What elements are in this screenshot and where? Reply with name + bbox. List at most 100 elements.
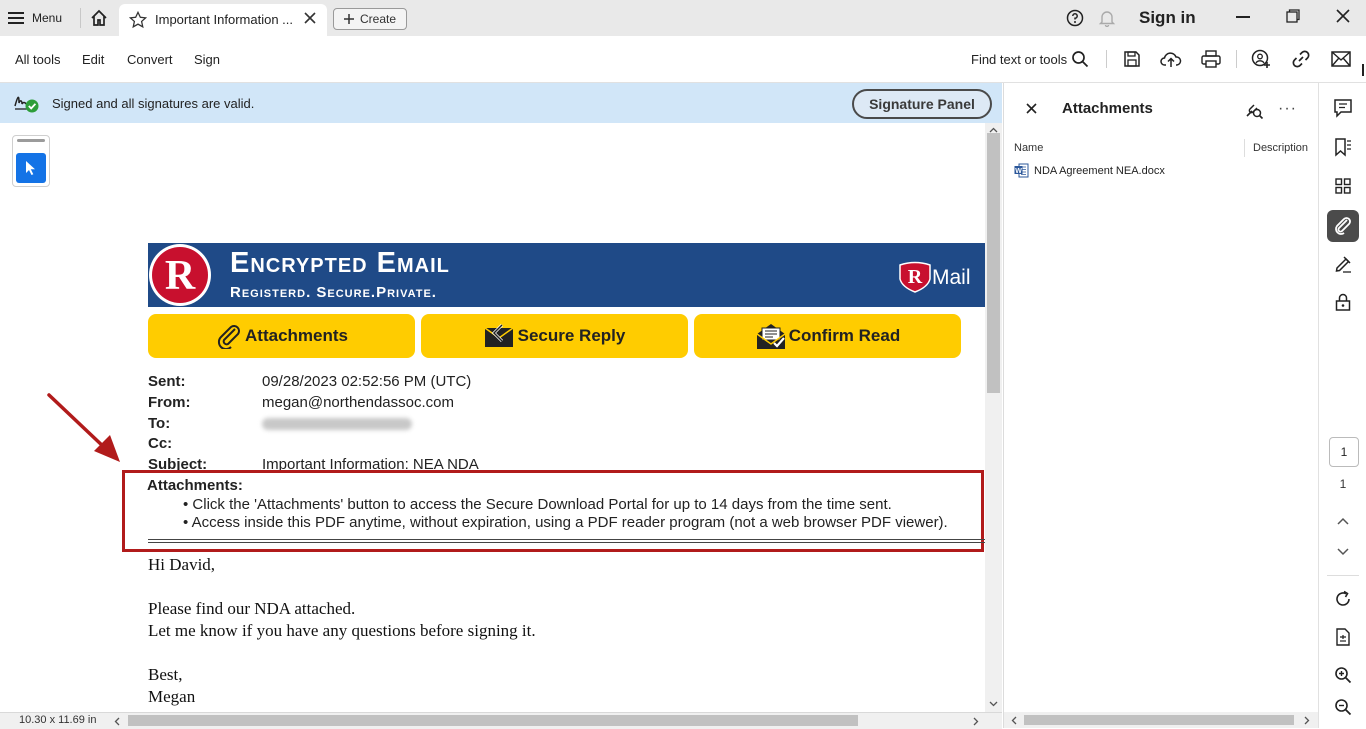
- svg-text:R: R: [165, 253, 196, 299]
- panel-scroll-thumb[interactable]: [1024, 715, 1294, 725]
- encrypted-email-banner: R Encrypted Email Registerd. Secure.Priv…: [148, 243, 985, 307]
- scroll-right-arrow-icon[interactable]: [1304, 716, 1310, 725]
- more-options-icon[interactable]: ···: [1278, 100, 1297, 118]
- signoff: Best,: [148, 665, 183, 684]
- print-icon[interactable]: [1200, 48, 1222, 70]
- close-panel-icon[interactable]: [1026, 103, 1037, 114]
- attachment-list-item[interactable]: W NDA Agreement NEA.docx: [1014, 163, 1165, 178]
- bookmark-icon[interactable]: [1329, 133, 1357, 161]
- menu-button[interactable]: Menu: [8, 6, 62, 30]
- from-value: megan@northendassoc.com: [262, 394, 454, 411]
- create-button[interactable]: Create: [333, 8, 407, 30]
- find-text-label[interactable]: Find text or tools: [971, 52, 1067, 67]
- link-icon[interactable]: [1290, 48, 1312, 70]
- page-thumbnails-icon[interactable]: [1329, 172, 1357, 200]
- close-tab-icon[interactable]: [303, 11, 317, 25]
- zoom-out-icon[interactable]: [1329, 693, 1357, 721]
- help-icon[interactable]: [1066, 9, 1084, 27]
- email-icon[interactable]: [1330, 48, 1352, 70]
- scroll-left-arrow-icon[interactable]: [114, 717, 120, 726]
- scroll-down-arrow-icon[interactable]: [989, 701, 998, 707]
- select-tool-button[interactable]: [16, 153, 46, 183]
- secure-reply-envelope-icon: [484, 323, 516, 349]
- zoom-in-icon[interactable]: [1329, 661, 1357, 689]
- previous-page-icon[interactable]: [1329, 507, 1357, 535]
- attachments-button[interactable]: Attachments: [148, 314, 415, 358]
- attachments-note-2: • Access inside this PDF anytime, withou…: [183, 514, 948, 531]
- to-label: To:: [148, 415, 171, 432]
- signature-panel-button[interactable]: Signature Panel: [852, 89, 992, 119]
- current-page-input[interactable]: 1: [1329, 437, 1359, 467]
- svg-text:Mail: Mail: [932, 266, 971, 289]
- banner-subtitle: Registerd. Secure.Private.: [230, 284, 437, 301]
- vertical-scroll-thumb[interactable]: [987, 133, 1000, 393]
- create-label: Create: [359, 12, 397, 26]
- column-divider[interactable]: [1244, 139, 1245, 157]
- signature-status-text: Signed and all signatures are valid.: [52, 96, 255, 111]
- notification-bell-icon[interactable]: [1098, 9, 1116, 27]
- column-header-name[interactable]: Name: [1014, 142, 1043, 154]
- plus-icon: [343, 14, 354, 24]
- save-icon[interactable]: [1121, 48, 1143, 70]
- horizontal-scroll-thumb[interactable]: [128, 715, 858, 726]
- signature-valid-icon: [13, 91, 41, 115]
- confirm-read-envelope-icon: [755, 322, 787, 350]
- palette-handle[interactable]: [17, 139, 45, 142]
- sent-value: 09/28/2023 02:52:56 PM (UTC): [262, 373, 472, 390]
- share-user-icon[interactable]: [1250, 48, 1272, 70]
- home-button[interactable]: [86, 5, 112, 31]
- divider: [80, 8, 81, 28]
- cloud-upload-icon[interactable]: [1160, 48, 1182, 70]
- banner-title: Encrypted Email: [230, 247, 450, 279]
- attachments-note-1: • Click the 'Attachments' button to acce…: [183, 496, 892, 513]
- red-arrow-annotation: [42, 389, 126, 465]
- restore-window-icon[interactable]: [1286, 9, 1300, 23]
- menu-edit[interactable]: Edit: [82, 52, 104, 67]
- body-line-1: Please find our NDA attached.: [148, 599, 356, 618]
- divider: [1236, 50, 1237, 68]
- menu-sign[interactable]: Sign: [194, 52, 220, 67]
- panel-horizontal-scrollbar[interactable]: [1004, 712, 1318, 728]
- svg-text:R: R: [908, 266, 923, 288]
- scroll-left-arrow-icon[interactable]: [1011, 716, 1017, 725]
- paperclip-icon: [215, 323, 243, 349]
- cursor-arrow-icon: [24, 160, 38, 176]
- right-tool-rail: 1 1: [1318, 83, 1366, 728]
- search-attachments-icon[interactable]: [1244, 100, 1264, 120]
- close-window-icon[interactable]: [1335, 8, 1351, 24]
- word-document-icon: W: [1014, 163, 1029, 178]
- document-viewport[interactable]: R Encrypted Email Registerd. Secure.Priv…: [0, 123, 1002, 712]
- document-tab[interactable]: Important Information ...: [119, 4, 327, 36]
- lock-icon[interactable]: [1329, 288, 1357, 316]
- confirm-read-button[interactable]: Confirm Read: [694, 314, 961, 358]
- attachments-rail-icon[interactable]: [1327, 210, 1359, 242]
- scroll-right-arrow-icon[interactable]: [973, 717, 979, 726]
- fill-and-sign-icon[interactable]: [1329, 250, 1357, 278]
- confirm-read-button-label: Confirm Read: [788, 326, 901, 345]
- comment-icon[interactable]: [1329, 94, 1357, 122]
- column-header-description[interactable]: Description: [1253, 142, 1308, 154]
- redacted-recipient: [262, 418, 412, 430]
- sign-in-button[interactable]: Sign in: [1139, 8, 1196, 28]
- rmail-logo: R Mail: [898, 259, 982, 293]
- rotate-icon[interactable]: [1329, 585, 1357, 613]
- separator-line: [148, 542, 985, 543]
- from-label: From:: [148, 394, 191, 411]
- status-bar: 10.30 x 11.69 in: [0, 712, 1002, 729]
- menu-label: Menu: [32, 11, 63, 25]
- secure-reply-button-label: Secure Reply: [517, 326, 626, 345]
- minimize-icon[interactable]: [1236, 16, 1250, 18]
- page-fit-icon[interactable]: [1329, 623, 1357, 651]
- search-icon[interactable]: [1069, 48, 1091, 70]
- star-icon[interactable]: [129, 11, 147, 29]
- menu-all-tools[interactable]: All tools: [15, 52, 61, 67]
- menu-convert[interactable]: Convert: [127, 52, 173, 67]
- cc-label: Cc:: [148, 435, 173, 452]
- r-seal-logo: R: [148, 243, 214, 309]
- attachments-heading: Attachments:: [147, 477, 243, 494]
- secure-reply-button[interactable]: Secure Reply: [421, 314, 688, 358]
- next-page-icon[interactable]: [1329, 538, 1357, 566]
- tab-title: Important Information ...: [155, 12, 294, 27]
- divider: [1106, 50, 1107, 68]
- home-icon: [90, 9, 108, 27]
